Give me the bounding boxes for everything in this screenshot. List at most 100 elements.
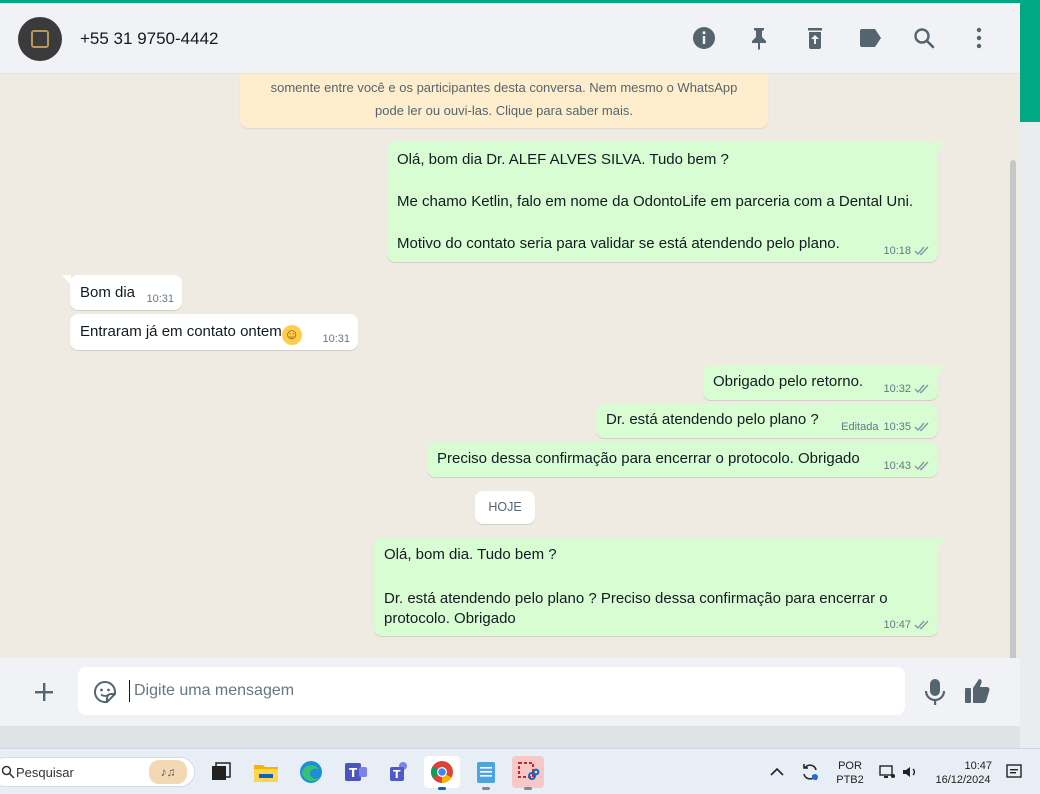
message-text-line: Olá, bom dia. Tudo bem ? [384, 546, 557, 563]
message-text-row: Entraram já em contato ontem ☺ [80, 323, 302, 345]
chevron-up-icon[interactable] [765, 756, 789, 788]
bubble-tail [62, 275, 71, 285]
message-meta: 10:31 [146, 293, 174, 305]
message-meta: 10:43 [883, 460, 930, 472]
read-ticks-icon [914, 384, 929, 394]
message-meta: 10:47 [883, 619, 930, 631]
background-panel [1020, 122, 1040, 748]
read-ticks-icon [914, 620, 929, 630]
chat-header: +55 31 9750-4442 [0, 3, 1020, 74]
task-view-icon[interactable] [205, 756, 237, 788]
sticker-icon[interactable] [92, 679, 118, 705]
message-time: 10:31 [146, 293, 174, 305]
bubble-tail [937, 142, 946, 152]
read-ticks-icon [914, 461, 929, 471]
emoji: ☺ [281, 325, 302, 345]
message-meta: 10:31 [322, 333, 350, 345]
message-outgoing[interactable]: Obrigado pelo retorno. 10:32 [703, 365, 946, 400]
clear-chat-icon[interactable] [802, 25, 828, 51]
svg-text:T: T [349, 766, 358, 780]
chat-scrollbar[interactable] [1010, 160, 1016, 658]
teams-icon[interactable]: T [383, 756, 415, 788]
message-time: 10:32 [883, 383, 911, 395]
read-ticks-icon [914, 246, 929, 256]
message-time: 10:31 [322, 333, 350, 345]
message-text-line: Olá, bom dia Dr. ALEF ALVES SILVA. Tudo … [397, 151, 729, 168]
active-indicator [438, 787, 446, 790]
message-text: Obrigado pelo retorno. [713, 373, 864, 390]
taskbar-search[interactable]: Pesquisar ♪♫ [0, 757, 195, 787]
message-placeholder: Digite uma mensagem [134, 682, 295, 699]
message-text-line: Motivo do contato seria para validar se … [397, 235, 840, 252]
message-outgoing[interactable]: Dr. está atendendo pelo plano ? Editada … [596, 404, 938, 438]
running-indicator [524, 787, 532, 790]
microphone-icon[interactable] [922, 676, 948, 708]
running-indicator [482, 787, 490, 790]
clock[interactable]: 10:47 16/12/2024 [930, 759, 996, 787]
search-icon[interactable] [911, 25, 937, 51]
volume-icon[interactable] [899, 756, 921, 788]
avatar[interactable] [18, 17, 62, 61]
file-explorer-icon[interactable] [250, 756, 282, 788]
info-icon[interactable] [691, 25, 717, 51]
menu-icon[interactable] [966, 25, 992, 51]
notifications-icon[interactable] [1002, 756, 1026, 788]
search-icon [1, 765, 15, 779]
pin-icon[interactable] [746, 25, 772, 51]
clock-time: 10:47 [964, 760, 992, 772]
windows-taskbar: Pesquisar ♪♫ T T POR PTB2 10:47 16/12/20… [0, 748, 1040, 794]
bubble-tail [937, 365, 946, 375]
whatsapp-window: +55 31 9750-4442 somente entre você e os… [0, 0, 1020, 726]
message-text-line: Dr. está atendendo pelo plano ? Preciso … [384, 590, 888, 607]
svg-text:T: T [393, 768, 401, 781]
sync-icon[interactable] [797, 756, 823, 788]
message-text-line: Me chamo Ketlin, falo em nome da OdontoL… [397, 193, 914, 210]
contact-name[interactable]: +55 31 9750-4442 [80, 29, 219, 49]
message-meta: 10:32 [883, 383, 930, 395]
language-code: POR [838, 760, 862, 772]
message-outgoing[interactable]: Olá, bom dia. Tudo bem ? Dr. está atende… [374, 538, 946, 636]
notepad-icon[interactable] [470, 756, 502, 790]
input-language[interactable]: POR PTB2 [832, 759, 868, 787]
message-text-line: protocolo. Obrigado [384, 610, 516, 627]
message-outgoing[interactable]: Olá, bom dia Dr. ALEF ALVES SILVA. Tudo … [387, 142, 946, 262]
attach-plus-icon[interactable] [30, 678, 58, 706]
date-divider: HOJE [475, 491, 535, 524]
encryption-notice-line1: somente entre você e os participantes de… [270, 80, 738, 95]
message-text: Bom dia [80, 284, 136, 301]
message-time: 10:18 [883, 245, 911, 257]
keyboard-layout: PTB2 [836, 774, 864, 786]
message-time: 10:35 [883, 421, 911, 433]
composer-bar: Digite uma mensagem [0, 658, 1020, 726]
background-accent-strip [1020, 0, 1040, 122]
edge-icon[interactable] [295, 756, 327, 788]
bubble-tail [937, 538, 946, 548]
message-incoming[interactable]: Entraram já em contato ontem ☺ 10:31 [70, 314, 358, 350]
message-meta: Editada 10:35 [841, 421, 930, 433]
message-outgoing[interactable]: Preciso dessa confirmação para encerrar … [427, 442, 938, 477]
taskbar-search-label: Pesquisar [16, 765, 74, 780]
network-icon[interactable] [876, 756, 898, 788]
message-time: 10:43 [883, 460, 911, 472]
message-incoming[interactable]: Bom dia 10:31 [62, 275, 182, 310]
chrome-icon[interactable] [424, 756, 460, 790]
text-caret [129, 680, 130, 702]
message-text: Dr. está atendendo pelo plano ? [606, 411, 819, 428]
message-meta: 10:18 [883, 245, 930, 257]
teams-classic-icon[interactable]: T [340, 756, 372, 788]
thumbs-up-icon[interactable] [962, 676, 996, 708]
message-text: Entraram já em contato ontem [80, 323, 282, 340]
encryption-notice-line2: pode ler ou ouvi-las. Clique para saber … [375, 103, 633, 118]
avatar-logo [31, 30, 49, 48]
message-time: 10:47 [883, 619, 911, 631]
message-input[interactable]: Digite uma mensagem [78, 667, 905, 715]
label-icon[interactable] [857, 25, 883, 51]
edited-label: Editada [841, 421, 879, 433]
clock-date: 16/12/2024 [935, 774, 991, 786]
encryption-notice[interactable]: somente entre você e os participantes de… [240, 74, 768, 128]
message-list[interactable]: somente entre você e os participantes de… [0, 74, 1020, 658]
message-text: Preciso dessa confirmação para encerrar … [437, 450, 860, 467]
search-highlight-icon: ♪♫ [149, 760, 187, 784]
snipping-tool-icon[interactable] [512, 756, 544, 790]
read-ticks-icon [914, 422, 929, 432]
